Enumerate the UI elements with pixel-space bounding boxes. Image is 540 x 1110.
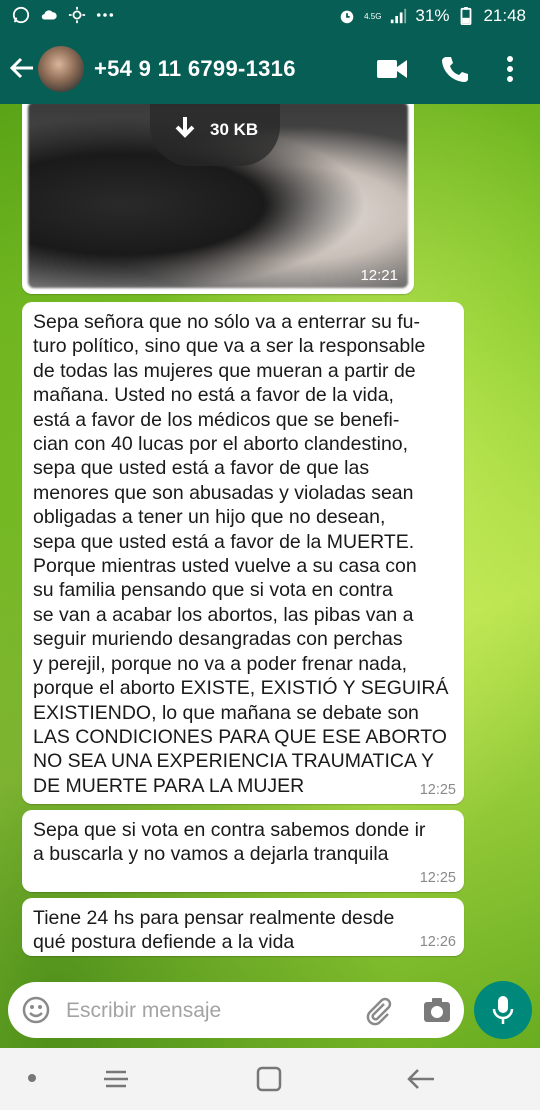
- voice-message-button[interactable]: [474, 981, 532, 1039]
- camera-icon[interactable]: [422, 996, 452, 1024]
- home-icon[interactable]: [254, 1064, 284, 1094]
- network-label: 4.5G: [364, 11, 382, 21]
- phone-call-icon[interactable]: [440, 54, 470, 84]
- text-message[interactable]: Sepa que si vota en contra sabemos donde…: [22, 810, 464, 892]
- signal-icon: [391, 8, 407, 24]
- text-message[interactable]: Sepa señora que no sólo va a enterrar su…: [22, 302, 464, 804]
- message-list[interactable]: 30 KB 12:21 Sepa señora que no sólo va a…: [0, 104, 540, 976]
- download-size: 30 KB: [210, 120, 259, 139]
- microphone-icon: [492, 996, 514, 1024]
- whatsapp-icon: [12, 6, 30, 24]
- message-text: Sepa señora que no sólo va a enterrar su…: [33, 311, 449, 797]
- message-text: Sepa que si vota en contra sabemos donde…: [33, 819, 426, 866]
- overflow-menu-icon[interactable]: [500, 54, 520, 84]
- recent-apps-icon[interactable]: [100, 1066, 132, 1092]
- message-composer: [8, 982, 464, 1038]
- status-time: 21:48: [483, 6, 526, 25]
- message-time: 12:21: [360, 267, 398, 284]
- battery-icon: [461, 7, 472, 25]
- text-message[interactable]: Tiene 24 hs para pensar realmente desde …: [22, 898, 464, 956]
- battery-percentage: 31%: [415, 6, 450, 25]
- status-bar: 4.5G 31% 21:48: [0, 0, 540, 34]
- message-input[interactable]: [64, 992, 358, 1030]
- weather-icon: [68, 6, 86, 24]
- alarm-icon: [340, 10, 354, 24]
- more-dots-icon: [96, 13, 114, 17]
- download-button[interactable]: 30 KB: [150, 104, 280, 166]
- attach-icon[interactable]: [364, 996, 394, 1026]
- nav-dot-icon[interactable]: [28, 1074, 36, 1082]
- message-time: 12:26: [419, 934, 456, 950]
- avatar[interactable]: [38, 46, 84, 92]
- system-navigation-bar: [0, 1048, 540, 1110]
- back-arrow-icon[interactable]: [8, 54, 36, 82]
- system-back-icon[interactable]: [404, 1064, 438, 1094]
- download-icon: [175, 117, 195, 138]
- message-time: 12:25: [419, 870, 456, 886]
- image-message[interactable]: 30 KB 12:21: [22, 104, 414, 294]
- cloud-icon: [41, 10, 57, 20]
- video-call-icon[interactable]: [376, 56, 408, 82]
- contact-name[interactable]: +54 9 11 6799-1316: [94, 56, 296, 82]
- message-time: 12:25: [419, 782, 456, 798]
- emoji-icon[interactable]: [22, 996, 50, 1024]
- message-text: Tiene 24 hs para pensar realmente desde …: [33, 907, 395, 954]
- chat-header: +54 9 11 6799-1316: [0, 34, 540, 104]
